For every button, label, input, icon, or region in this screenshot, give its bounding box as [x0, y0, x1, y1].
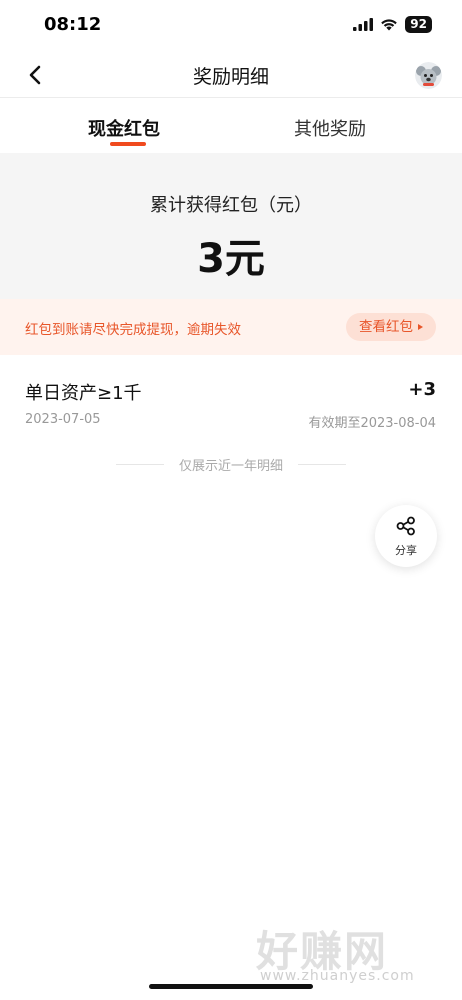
- share-label: 分享: [395, 544, 417, 557]
- record-amount: +3: [408, 379, 436, 400]
- list-item: 单日资产≥1千 +3 2023-07-05 有效期至2023-08-04: [0, 370, 462, 431]
- record-title: 单日资产≥1千: [25, 383, 142, 404]
- summary-label: 累计获得红包（元）: [150, 195, 312, 216]
- home-indicator: [149, 984, 313, 989]
- tab-bar: 现金红包 其他奖励: [0, 99, 462, 153]
- watermark-url: www.zhuanyes.com: [260, 968, 415, 984]
- summary-amount: 3元: [197, 236, 265, 282]
- share-button[interactable]: 分享: [375, 505, 437, 567]
- status-bar: 08:12 92: [0, 0, 462, 52]
- view-red-packet-label: 查看红包: [359, 319, 413, 335]
- tab-other-rewards[interactable]: 其他奖励: [294, 115, 366, 141]
- record-expiry: 有效期至2023-08-04: [308, 416, 436, 431]
- status-time: 08:12: [44, 14, 102, 35]
- avatar[interactable]: [415, 62, 442, 89]
- view-red-packet-button[interactable]: 查看红包: [346, 313, 436, 341]
- notice-banner: 红包到账请尽快完成提现，逾期失效 查看红包: [0, 299, 462, 355]
- summary-card: 累计获得红包（元） 3元: [0, 153, 462, 299]
- tab-cash-red-packet[interactable]: 现金红包: [88, 115, 160, 141]
- nav-bar: 奖励明细: [0, 52, 462, 98]
- record-date: 2023-07-05: [25, 412, 101, 427]
- wifi-icon: [381, 19, 398, 31]
- watermark: 好赚网 www.zhuanyes.com: [256, 918, 446, 988]
- battery-icon: 92: [405, 16, 432, 33]
- koala-avatar-icon: [415, 62, 442, 89]
- status-icons: 92: [353, 16, 432, 33]
- footer-note-text: 仅展示近一年明细: [178, 459, 283, 474]
- triangle-right-icon: [418, 324, 423, 330]
- page-title: 奖励明细: [192, 66, 269, 88]
- divider-right: [298, 464, 346, 465]
- footer-note: 仅展示近一年明细: [0, 455, 462, 474]
- share-icon: [396, 516, 415, 536]
- signal-icon: [353, 18, 374, 31]
- notice-text: 红包到账请尽快完成提现，逾期失效: [25, 322, 241, 338]
- active-tab-indicator: [110, 142, 146, 146]
